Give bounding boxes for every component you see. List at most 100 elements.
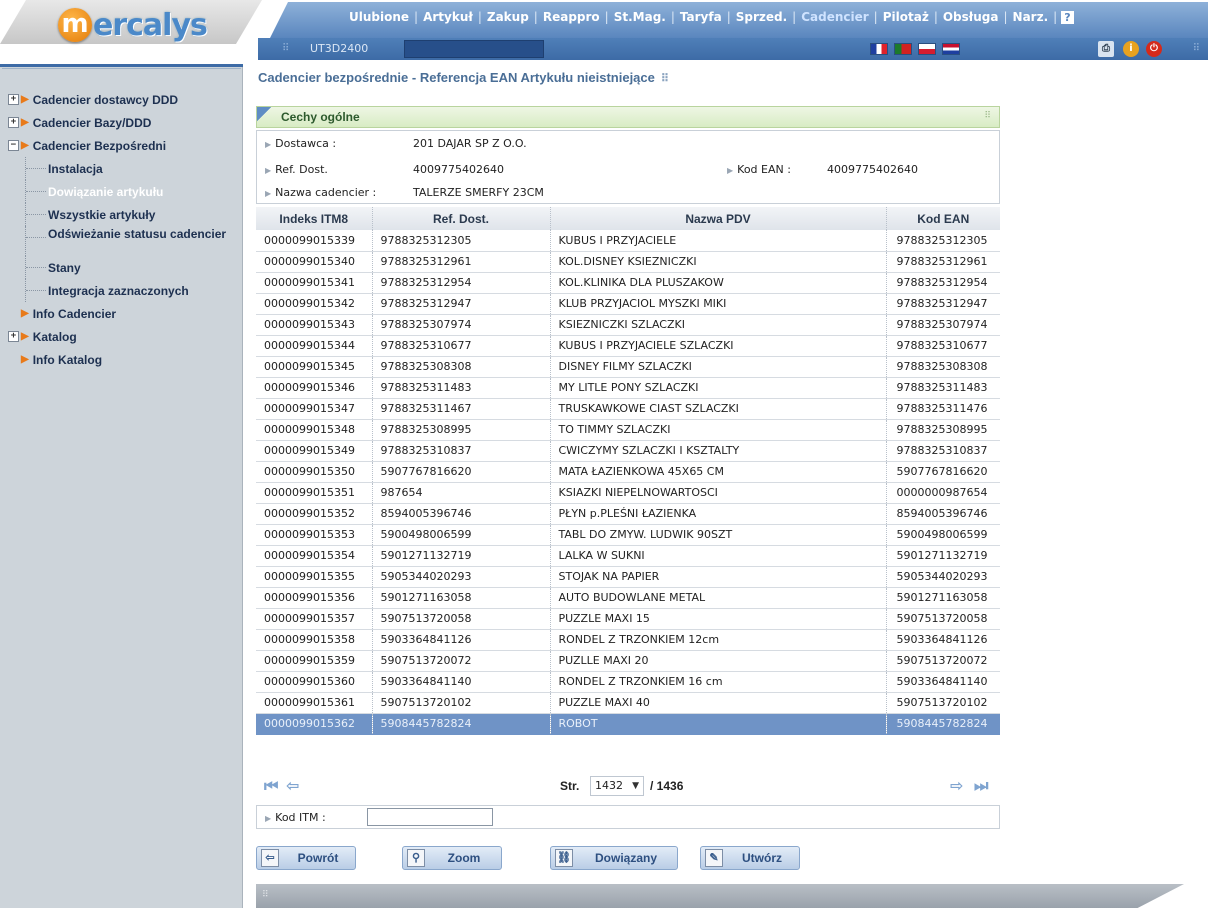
nav-item-6[interactable]: Sprzed.	[731, 10, 792, 24]
expand-icon[interactable]: +	[8, 94, 19, 105]
cell-name: PŁYN p.PLEŚNI ŁAZIENKA	[549, 503, 886, 525]
sidebar-item-7[interactable]: Stany	[8, 256, 240, 279]
page-select[interactable]: 1432 ▼	[590, 776, 644, 796]
power-icon[interactable]: ⏻	[1146, 41, 1162, 57]
sidebar-item-label: Odświeżanie statusu cadencier	[48, 227, 227, 241]
table-row[interactable]: 0000099015359 5907513720072 PUZLLE MAXI 20…	[256, 650, 1000, 672]
sidebar-item-0[interactable]: + ▶ Cadencier dostawcy DDD	[8, 88, 240, 111]
table-row[interactable]: 0000099015352 8594005396746 PŁYN p.PLEŚNI …	[256, 503, 1000, 525]
grip-icon: ⠿	[262, 890, 269, 900]
cell-ean: 9788325308308	[885, 356, 1000, 378]
nav-item-7[interactable]: Cadencier	[796, 10, 873, 24]
flag-pl-icon[interactable]	[918, 43, 936, 55]
ean-value: 4009775402640	[827, 163, 918, 176]
table-row[interactable]: 0000099015350 5907767816620 MATA ŁAZIENKOW…	[256, 461, 1000, 483]
first-page-icon[interactable]: ⏮	[264, 776, 278, 796]
cell-ean: 9788325307974	[885, 314, 1000, 336]
back-button[interactable]: ⇦ Powrót	[256, 846, 356, 870]
cell-ean: 9788325312961	[885, 251, 1000, 273]
create-button[interactable]: ✎ Utwórz	[700, 846, 800, 870]
linked-button[interactable]: ⛓ Dowiązany	[550, 846, 678, 870]
cell-ref: 9788325312947	[371, 293, 550, 315]
nav-item-4[interactable]: St.Mag.	[609, 10, 671, 24]
nav-item-8[interactable]: Pilotaż	[878, 10, 934, 24]
sidebar-item-9[interactable]: ▶ Info Cadencier	[8, 302, 240, 325]
table-row[interactable]: 0000099015346 9788325311483 MY LITLE PONY …	[256, 377, 1000, 399]
sidebar-item-6[interactable]: Odświeżanie statusu cadencier	[8, 226, 240, 256]
supplier-value: 201 DAJAR SP Z O.O.	[413, 137, 527, 150]
next-page-icon[interactable]: ⇨	[950, 776, 963, 795]
nav-item-0[interactable]: Ulubione	[344, 10, 414, 24]
ean-label: ▶ Kod EAN :	[727, 163, 791, 176]
info-icon[interactable]: i	[1123, 41, 1139, 57]
itm-code-input[interactable]	[367, 808, 493, 826]
table-row[interactable]: 0000099015339 9788325312305 KUBUS I PRZYJA…	[256, 230, 1000, 252]
table-body: 0000099015339 9788325312305 KUBUS I PRZYJA…	[256, 230, 1000, 735]
table-row[interactable]: 0000099015347 9788325311467 TRUSKAWKOWE CI…	[256, 398, 1000, 420]
column-header-name[interactable]: Nazwa PDV	[549, 207, 886, 230]
flag-pt-icon[interactable]	[894, 43, 912, 55]
table-row[interactable]: 0000099015362 5908445782824 ROBOT 590844578…	[256, 713, 1000, 735]
sidebar-item-3[interactable]: Instalacja	[8, 157, 240, 180]
collapse-icon[interactable]: −	[8, 140, 19, 151]
link-icon: ⛓	[555, 849, 573, 867]
nav-item-5[interactable]: Taryfa	[675, 10, 727, 24]
itm-label-text: Kod ITM :	[275, 811, 326, 824]
nav-item-10[interactable]: Narz.	[1008, 10, 1054, 24]
table-row[interactable]: 0000099015341 9788325312954 KOL.KLINIKA DL…	[256, 272, 1000, 294]
section-title: Cechy ogólne	[281, 110, 360, 124]
sidebar-item-4[interactable]: Dowiązanie artykułu	[8, 180, 240, 203]
table-row[interactable]: 0000099015340 9788325312961 KOL.DISNEY KSI…	[256, 251, 1000, 273]
nav-item-9[interactable]: Obsługa	[938, 10, 1004, 24]
table-row[interactable]: 0000099015353 5900498006599 TABL DO ZMYW. …	[256, 524, 1000, 546]
print-icon[interactable]: ⎙	[1098, 41, 1114, 57]
table-row[interactable]: 0000099015342 9788325312947 KLUB PRZYJACIO…	[256, 293, 1000, 315]
table-row[interactable]: 0000099015345 9788325308308 DISNEY FILMY S…	[256, 356, 1000, 378]
nav-item-1[interactable]: Artykuł	[418, 10, 478, 24]
table-row[interactable]: 0000099015360 5903364841140 RONDEL Z TRZON…	[256, 671, 1000, 693]
flag-nl-icon[interactable]	[942, 43, 960, 55]
ean-label-text: Kod EAN :	[737, 163, 791, 176]
column-header-ean[interactable]: Kod EAN	[885, 207, 1000, 230]
table-row[interactable]: 0000099015343 9788325307974 KSIEZNICZKI SZ…	[256, 314, 1000, 336]
table-row[interactable]: 0000099015344 9788325310677 KUBUS I PRZYJA…	[256, 335, 1000, 357]
cell-ref: 5903364841126	[371, 629, 550, 651]
column-header-itm8[interactable]: Indeks ITM8	[256, 207, 372, 230]
table-row[interactable]: 0000099015361 5907513720102 PUZZLE MAXI 40…	[256, 692, 1000, 714]
arrow-right-icon: ▶	[21, 117, 29, 128]
table-row[interactable]: 0000099015354 5901271132719 LALKA W SUKNI 5…	[256, 545, 1000, 567]
sidebar-item-2[interactable]: − ▶ Cadencier Bezpośredni	[8, 134, 240, 157]
previous-page-icon[interactable]: ⇦	[286, 776, 299, 795]
column-header-ref[interactable]: Ref. Dost.	[371, 207, 550, 230]
cell-ean: 8594005396746	[885, 503, 1000, 525]
logo-area: m ercalys	[0, 0, 262, 64]
page-title-text: Cadencier bezpośrednie - Referencja EAN …	[258, 70, 655, 85]
nav-item-2[interactable]: Zakup	[482, 10, 534, 24]
table-row[interactable]: 0000099015356 5901271163058 AUTO BUDOWLANE…	[256, 587, 1000, 609]
sidebar-item-11[interactable]: ▶ Info Katalog	[8, 348, 240, 371]
table-row[interactable]: 0000099015357 5907513720058 PUZZLE MAXI 15…	[256, 608, 1000, 630]
top-navigation: Ulubione | Artykuł | Zakup | Reappro | St.Mag. | T…	[262, 0, 1208, 38]
flag-fr-icon[interactable]	[870, 43, 888, 55]
zoom-button[interactable]: ⚲ Zoom	[402, 846, 502, 870]
sidebar-item-1[interactable]: + ▶ Cadencier Bazy/DDD	[8, 111, 240, 134]
expand-icon[interactable]: +	[8, 331, 19, 342]
table-row[interactable]: 0000099015348 9788325308995 TO TIMMY SZLAC…	[256, 419, 1000, 441]
sidebar-item-10[interactable]: + ▶ Katalog	[8, 325, 240, 348]
last-page-icon[interactable]: ⏭	[974, 776, 988, 796]
cell-ref: 5903364841140	[371, 671, 550, 693]
table-row[interactable]: 0000099015351 987654 KSIAZKI NIEPELNOWARTO…	[256, 482, 1000, 504]
sidebar-item-8[interactable]: Integracja zaznaczonych	[8, 279, 240, 302]
cell-ref: 9788325311467	[371, 398, 550, 420]
name-label-text: Nazwa cadencier :	[275, 186, 377, 199]
table-row[interactable]: 0000099015355 5905344020293 STOJAK NA PAPI…	[256, 566, 1000, 588]
section-header: Cechy ogólne ⠿	[256, 106, 1000, 128]
table-row[interactable]: 0000099015349 9788325310837 CWICZYMY SZLAC…	[256, 440, 1000, 462]
expand-icon[interactable]: +	[8, 117, 19, 128]
sidebar-item-label: Cadencier Bazy/DDD	[32, 115, 152, 130]
sidebar-item-5[interactable]: Wszystkie artykuły	[8, 203, 240, 226]
nav-item-3[interactable]: Reappro	[538, 10, 605, 24]
table-row[interactable]: 0000099015358 5903364841126 RONDEL Z TRZON…	[256, 629, 1000, 651]
cell-name: PUZLLE MAXI 20	[549, 650, 886, 672]
help-button[interactable]: ?	[1061, 10, 1074, 24]
